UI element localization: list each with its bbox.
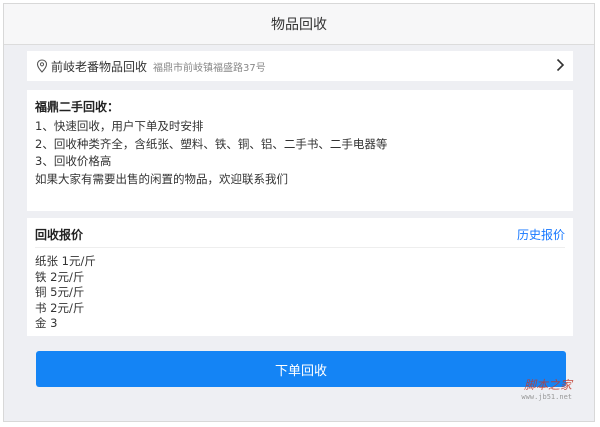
store-address: 福鼎市前岐镇福盛路37号 xyxy=(153,62,266,74)
info-line: 1、快速回收，用户下单及时安排 xyxy=(35,119,204,133)
location-pin-icon xyxy=(36,59,48,73)
info-line: 如果大家有需要出售的闲置的物品，欢迎联系我们 xyxy=(35,171,288,186)
watermark: 脚本之家 www.jb51.net xyxy=(521,376,572,401)
watermark-url: www.jb51.net xyxy=(521,393,572,401)
price-list: 纸张 1元/斤 铁 2元/斤 铜 5元/斤 书 2元/斤 金 3 xyxy=(35,254,565,332)
history-price-link[interactable]: 历史报价 xyxy=(517,226,565,243)
info-line: 3、回收价格高 xyxy=(35,154,112,168)
price-item: 铜 5元/斤 xyxy=(35,285,85,299)
price-item: 铁 2元/斤 xyxy=(35,269,85,284)
watermark-text: 脚本之家 xyxy=(523,378,572,392)
price-title: 回收报价 xyxy=(35,228,84,242)
info-line: 2、回收种类齐全，含纸张、塑料、铁、铜、铝、二手书、二手电器等 xyxy=(35,136,388,151)
page-title: 物品回收 xyxy=(271,17,327,33)
store-name: 前岐老番物品回收 xyxy=(51,59,148,74)
title-bar: 物品回收 xyxy=(4,4,594,45)
chevron-right-icon[interactable] xyxy=(555,58,565,72)
info-heading: 福鼎二手回收： xyxy=(35,100,120,114)
location-card[interactable]: 前岐老番物品回收 福鼎市前岐镇福盛路37号 xyxy=(27,51,573,81)
app-window: 物品回收 前岐老番物品回收 福鼎市前岐镇福盛路37号 福鼎二手回收： 1、快速回… xyxy=(3,3,595,422)
price-header: 回收报价 历史报价 xyxy=(35,226,565,248)
info-card: 福鼎二手回收： 1、快速回收，用户下单及时安排 2、回收种类齐全，含纸张、塑料、… xyxy=(27,90,573,211)
price-item: 书 2元/斤 xyxy=(35,300,85,315)
price-item: 纸张 1元/斤 xyxy=(35,254,96,268)
price-item: 金 3 xyxy=(35,316,58,330)
price-card: 回收报价 历史报价 纸张 1元/斤 铁 2元/斤 铜 5元/斤 书 2元/斤 金… xyxy=(27,218,573,336)
submit-order-button[interactable]: 下单回收 xyxy=(36,351,566,387)
